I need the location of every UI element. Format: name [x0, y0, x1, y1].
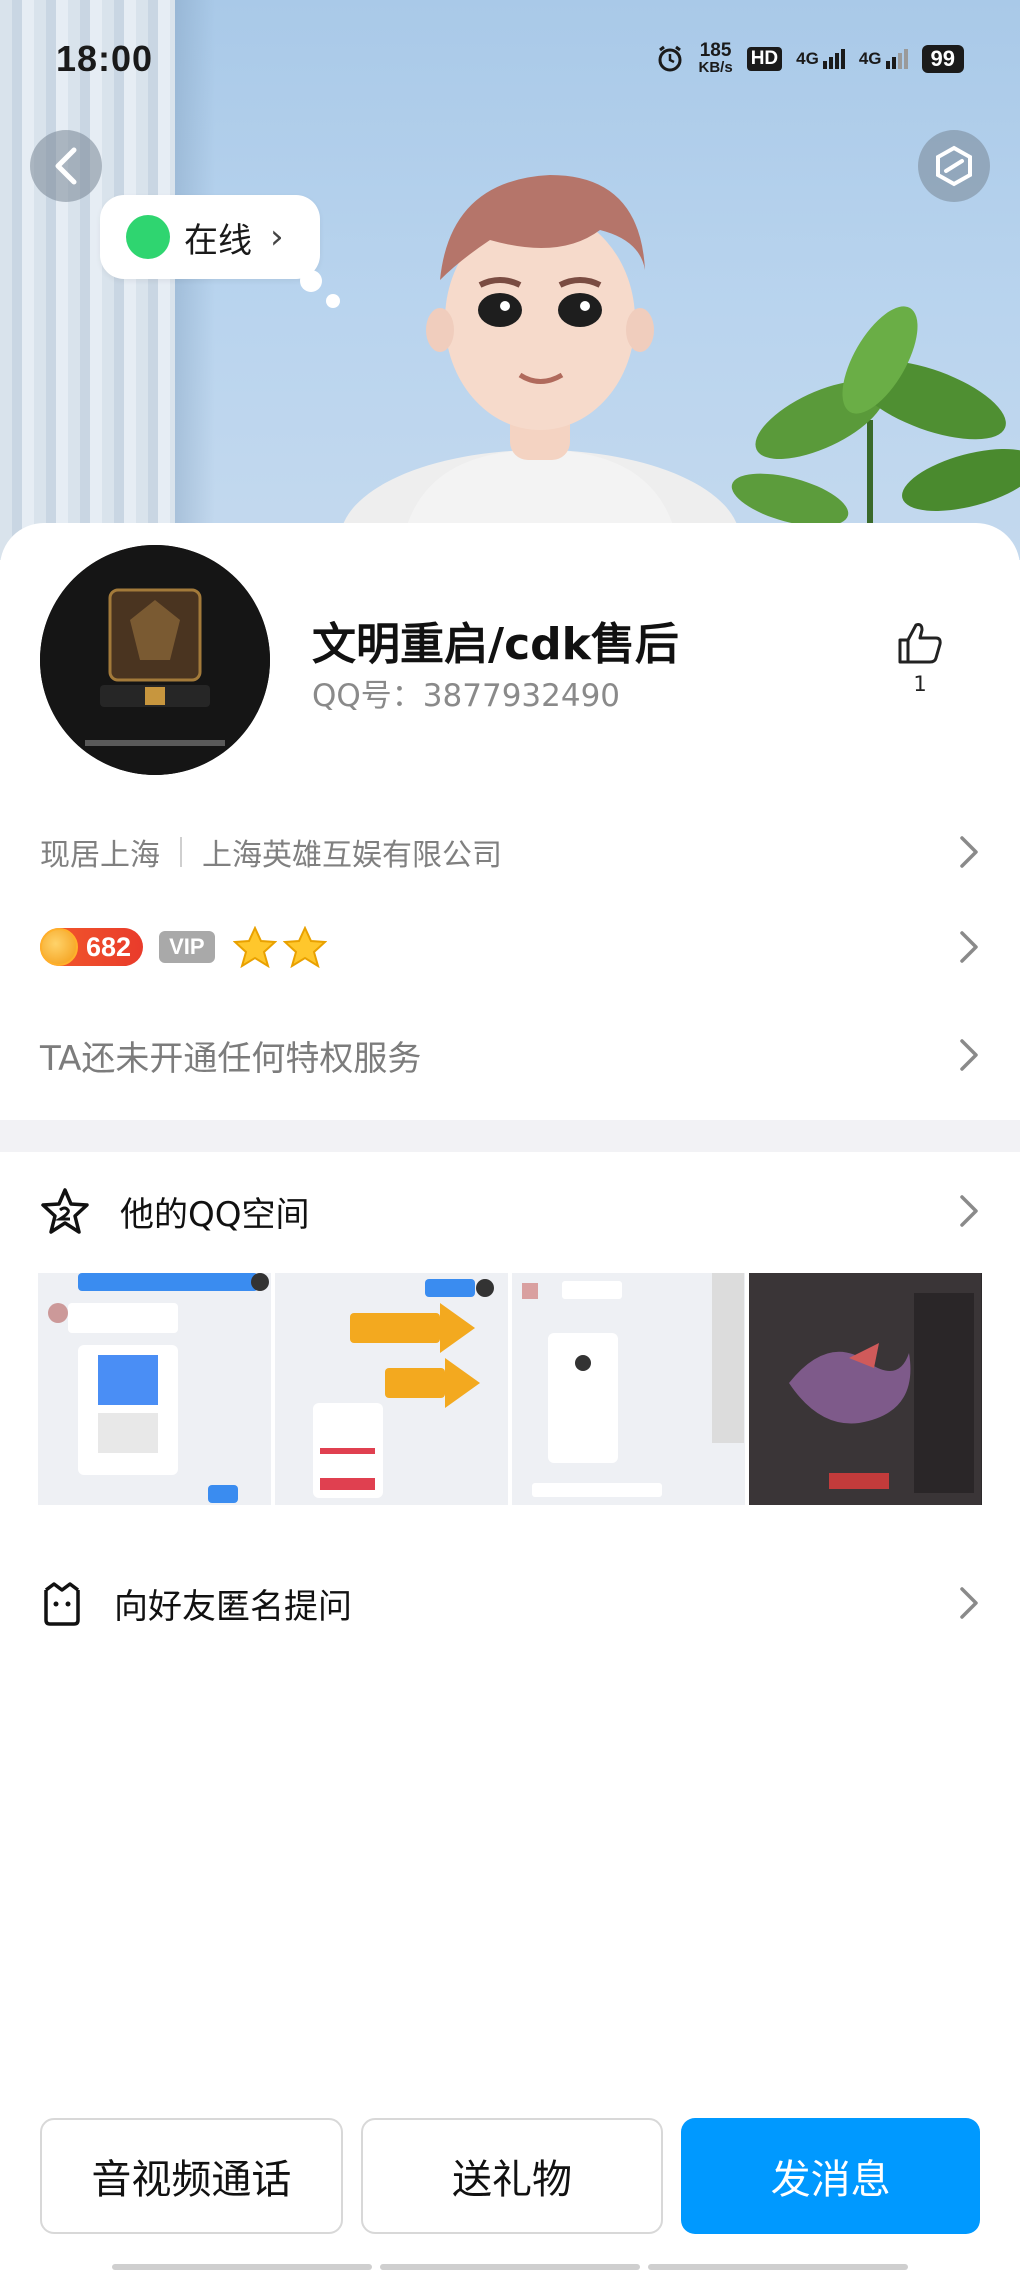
- level-stars: [232, 926, 327, 968]
- qzone-thumbnail[interactable]: [275, 1273, 508, 1505]
- avatar[interactable]: [40, 545, 270, 775]
- signal-icon: 4G: [796, 49, 845, 69]
- online-status-bubble[interactable]: 在线 ›: [100, 195, 320, 279]
- action-bar: 音视频通话 送礼物 发消息: [40, 2118, 981, 2234]
- share-button[interactable]: [918, 130, 990, 202]
- chevron-right-icon: ›: [270, 217, 284, 257]
- like-button[interactable]: 1: [890, 620, 950, 696]
- qq-number: QQ号：3877932490: [312, 678, 621, 714]
- share-icon: [936, 145, 972, 187]
- online-status-text: 在线: [184, 220, 252, 261]
- chevron-right-icon: [960, 931, 978, 963]
- like-count: 1: [913, 672, 927, 696]
- privilege-row[interactable]: TA还未开通任何特权服务: [40, 1020, 980, 1090]
- bag-icon: [44, 1582, 80, 1626]
- divider: [180, 837, 182, 867]
- vip-badge: VIP: [159, 931, 215, 963]
- signal-icon: 4G: [859, 49, 908, 69]
- hd-icon: HD: [746, 47, 783, 71]
- level-badge: 682: [40, 928, 144, 966]
- location-text: 现居上海: [40, 838, 160, 873]
- chevron-right-icon: [960, 836, 978, 868]
- chevron-right-icon: [960, 1195, 978, 1227]
- cover-plant: [731, 306, 1020, 560]
- cover-avatar-illustration: [340, 175, 740, 560]
- qzone-thumbnails: [38, 1273, 982, 1505]
- level-coin-icon: [40, 928, 78, 966]
- chevron-right-icon: [960, 1039, 978, 1071]
- level-row[interactable]: 682 VIP: [40, 912, 980, 982]
- qzone-title: 他的QQ空间: [120, 1194, 310, 1235]
- star-icon: [282, 926, 327, 968]
- online-dot: [126, 215, 170, 259]
- qzone-row[interactable]: 他的QQ空间: [40, 1176, 980, 1246]
- chevron-right-icon: [960, 1587, 978, 1619]
- qzone-thumbnail[interactable]: [38, 1273, 271, 1505]
- send-message-button[interactable]: 发消息: [681, 2118, 981, 2234]
- status-time: 18:00: [56, 38, 154, 79]
- video-call-button[interactable]: 音视频通话: [40, 2118, 343, 2234]
- anonymous-ask-title: 向好友匿名提问: [114, 1586, 352, 1627]
- qzone-thumbnail[interactable]: [749, 1273, 982, 1505]
- privilege-text: TA还未开通任何特权服务: [40, 1038, 422, 1079]
- thumbs-up-icon: [898, 623, 942, 664]
- battery-indicator: 99: [921, 45, 964, 73]
- network-speed: 185 KB/s: [698, 40, 733, 76]
- company-text: 上海英雄互娱有限公司: [202, 838, 502, 873]
- profile-name: 文明重启/cdk售后: [312, 619, 679, 670]
- star-icon: [41, 1188, 89, 1234]
- status-bar: 18:00 185 KB/s HD 4G 4G 99: [0, 0, 1020, 118]
- chevron-left-icon: [55, 147, 77, 185]
- location-row[interactable]: 现居上海 上海英雄互娱有限公司: [40, 817, 980, 887]
- back-button[interactable]: [30, 130, 102, 202]
- anonymous-ask-row[interactable]: 向好友匿名提问: [40, 1568, 980, 1638]
- send-gift-button[interactable]: 送礼物: [360, 2118, 664, 2234]
- qzone-thumbnail[interactable]: [512, 1273, 745, 1505]
- home-indicator[interactable]: [112, 2264, 908, 2270]
- star-icon: [232, 926, 277, 968]
- profile-cover: 18:00 185 KB/s HD 4G 4G 99: [0, 0, 1020, 560]
- alarm-icon: [658, 45, 681, 72]
- section-divider: [0, 1120, 1020, 1152]
